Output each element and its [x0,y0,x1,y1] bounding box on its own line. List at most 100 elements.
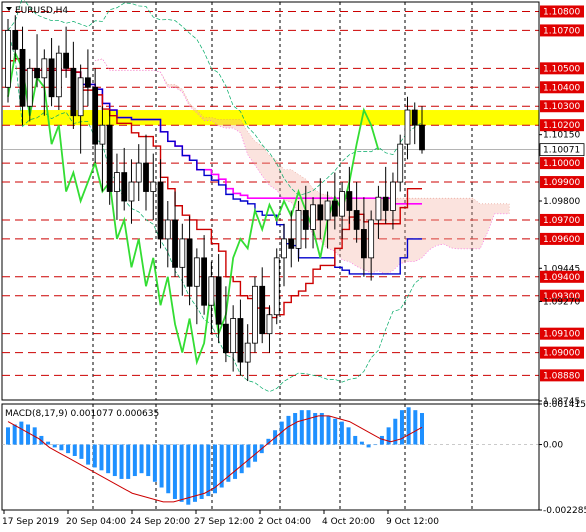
macd-histogram-bar [299,410,304,445]
macd-histogram-bar [339,421,344,445]
macd-histogram-bar [119,444,124,479]
macd-histogram-bar [199,444,204,499]
macd-histogram-bar [159,444,164,488]
macd-histogram-bar [126,444,131,479]
macd-histogram-bar [179,444,184,502]
macd-histogram-bar [52,444,57,448]
bear-candle [259,285,266,335]
price-axis-label: 1.10700 [543,26,580,36]
macd-histogram-bar [293,413,298,445]
bear-candle [331,200,338,217]
bear-candle [288,238,295,249]
macd-histogram-bar [132,444,137,477]
macd-axis-label: 0.00 [543,441,563,451]
bull-candle [128,181,135,202]
bull-candle [114,172,120,192]
macd-histogram-bar [66,444,71,454]
bull-candle [55,52,62,98]
bull-candle [324,200,331,221]
bear-candle [317,204,324,221]
macd-histogram-bar [326,415,331,445]
bollinger-upper-line [7,0,423,196]
bull-candle [273,257,280,316]
macd-histogram-bar [346,427,351,445]
macd-histogram-bar [306,410,311,445]
bull-candle [252,285,258,344]
time-axis-label: 17 Sep 2019 [2,517,59,527]
macd-histogram-bar [139,444,144,474]
bull-candle [179,238,186,268]
macd-axis-label: -0.002285 [543,506,586,516]
bear-candle [106,124,113,192]
bull-candle [281,238,287,259]
chart-canvas[interactable]: 1.108001.107001.105001.104001.103001.102… [0,0,586,532]
macd-histogram-bar [353,435,358,445]
bear-candle [172,219,178,268]
bear-candle [353,210,360,230]
bear-candle [92,86,99,145]
bear-candle [19,48,26,107]
price-axis-label: 1.09900 [543,178,580,188]
macd-histogram-bar [233,444,238,479]
bear-candle [215,276,222,325]
macd-histogram-bar [6,427,10,445]
bear-candle [12,30,19,50]
price-axis-label: 1.09800 [543,197,580,207]
macd-histogram-bar [386,427,391,445]
chart-dropdown-triangle-icon [6,7,12,11]
tenkan-line [8,58,422,319]
macd-histogram-bar [206,444,211,497]
time-axis-label: 27 Sep 12:00 [194,517,254,527]
macd-histogram-bar [246,444,251,468]
bear-candle [143,162,149,192]
macd-histogram-bar [46,441,51,445]
macd-histogram-bar [26,424,31,445]
price-axis-label: 1.09000 [543,349,580,359]
macd-histogram-bar [92,444,97,468]
macd-histogram-bar [12,424,17,445]
time-axis-label: 4 Oct 20:00 [322,517,375,527]
macd-histogram-bar [319,413,324,445]
macd-histogram-bar [239,444,244,474]
bull-candle [77,77,84,117]
bull-candle [368,219,375,259]
ichimoku-cloud [95,58,510,275]
bull-candle [295,210,302,249]
macd-histogram-bar [79,444,84,459]
price-axis-label: 1.10150 [543,131,580,141]
price-axis-label: 1.10400 [543,83,580,93]
macd-histogram-bar [172,444,177,499]
bull-candle [193,257,200,287]
bull-candle [208,276,215,306]
price-axis-label: 1.10500 [543,64,580,74]
bull-candle [5,30,11,88]
bear-candle [34,67,40,79]
price-axis-label: 1.09270 [543,297,580,307]
current-price-label: 1.10071 [543,146,580,156]
price-axis-label: 1.09700 [543,216,580,226]
macd-histogram-bar [166,444,171,494]
bear-candle [222,323,229,354]
bear-candle [84,77,91,88]
bull-candle [135,162,142,183]
bull-candle [404,109,411,145]
chart-window: 1.10800 1.10700 1.10500 1.10400 1.10300 1.102… [0,0,586,532]
macd-histogram-bar [86,444,91,465]
macd-histogram-bar [373,444,378,446]
bear-candle [419,124,425,151]
macd-histogram-bar [186,444,191,505]
bear-candle [346,191,353,211]
bear-candle [48,58,55,98]
macd-histogram-bar [146,444,151,477]
time-axis-label: 9 Oct 12:00 [386,517,439,527]
macd-histogram-bar [413,410,418,445]
macd-histogram-bar [72,444,77,456]
bull-candle [339,191,346,217]
bear-candle [411,109,418,126]
bull-candle [99,124,106,145]
macd-histogram-bar [286,415,291,445]
macd-histogram-bar [379,435,384,445]
macd-histogram-bar [99,444,104,471]
bull-candle [164,219,171,240]
chart-title: EURUSD,H4 [15,6,68,16]
